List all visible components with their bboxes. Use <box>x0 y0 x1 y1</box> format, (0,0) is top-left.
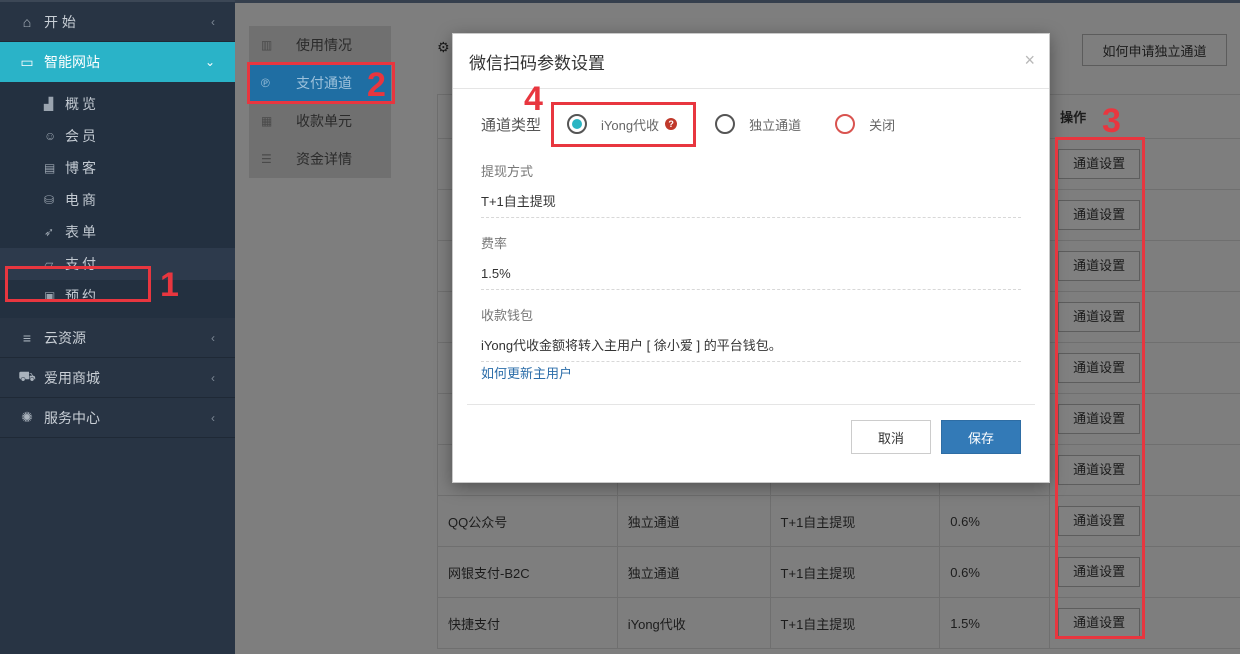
radio-option-close[interactable]: 关闭 <box>835 114 895 134</box>
sidebar-subitem-forms[interactable]: ➶ 表单 <box>0 216 235 248</box>
sidebar: ⌂ 开 始 ‹ ▭ 智能网站 ⌄ ▟ 概览 ☺ 会员 ▤ 博客 ⛁ 电商 ➶ 表… <box>0 0 235 654</box>
chevron-left-icon: ‹ <box>211 330 215 345</box>
subnav-item-fund-details[interactable]: ☰ 资金详情 <box>249 140 391 178</box>
top-bar <box>235 0 1240 3</box>
channel-type-cell: 独立通道 <box>616 546 771 598</box>
chevron-left-icon: ‹ <box>211 410 215 425</box>
rate-field: 费率 1.5% <box>481 230 1023 290</box>
apply-independent-channel-button[interactable]: 如何申请独立通道 <box>1082 34 1227 66</box>
annotation-number-1: 1 <box>160 266 179 304</box>
channel-type-cell: 独立通道 <box>616 495 771 547</box>
menu-icon: ≡ <box>22 329 32 346</box>
sidebar-subitem-label: 表单 <box>65 224 99 240</box>
send-icon: ➶ <box>44 225 55 239</box>
sidebar-item-cloud[interactable]: ≡ 云资源 ‹ <box>0 318 235 358</box>
sidebar-subitem-label: 电商 <box>65 192 99 208</box>
bag-icon: ⛁ <box>44 193 55 207</box>
withdraw-cell: T+1自主提现 <box>769 546 941 598</box>
sidebar-subitem-blog[interactable]: ▤ 博客 <box>0 152 235 184</box>
wallet-value: iYong代收金额将转入主用户 [ 徐小爱 ] 的平台钱包。 <box>481 330 1021 362</box>
annotation-number-3: 3 <box>1102 102 1121 140</box>
cart-icon: ⛟ <box>18 368 36 384</box>
cancel-button[interactable]: 取消 <box>851 420 931 454</box>
annotation-box-3 <box>1055 137 1145 639</box>
close-icon[interactable]: × <box>1024 50 1035 71</box>
annotation-number-4: 4 <box>524 80 543 118</box>
bar-chart-icon: ▥ <box>261 38 273 52</box>
subnav-item-usage[interactable]: ▥ 使用情况 <box>249 26 391 64</box>
sidebar-item-label: 开 始 <box>44 13 76 30</box>
sidebar-item-service[interactable]: ✺ 服务中心 ‹ <box>0 398 235 438</box>
list-icon: ☰ <box>261 152 272 166</box>
rate-cell: 1.5% <box>939 597 1051 649</box>
rate-label: 费率 <box>481 236 508 251</box>
laptop-icon: ▭ <box>20 53 34 70</box>
subnav-item-collection-unit[interactable]: ▦ 收款单元 <box>249 102 391 140</box>
subnav-item-label: 收款单元 <box>296 113 352 129</box>
sidebar-item-label: 爱用商城 <box>44 369 100 386</box>
document-icon: ▤ <box>44 161 56 175</box>
radio-unchecked-icon[interactable] <box>835 114 856 134</box>
rate-value: 1.5% <box>481 258 1021 290</box>
chevron-left-icon: ‹ <box>211 370 215 385</box>
user-icon: ☺ <box>44 129 57 143</box>
channel-name-cell: QQ公众号 <box>437 495 618 547</box>
wallet-field: 收款钱包 iYong代收金额将转入主用户 [ 徐小爱 ] 的平台钱包。 如何更新… <box>481 302 1023 386</box>
sidebar-item-label: 智能网站 <box>44 54 100 70</box>
sidebar-subitem-label: 博客 <box>65 160 99 176</box>
update-main-user-link[interactable]: 如何更新主用户 <box>481 362 1023 386</box>
chevron-left-icon: ‹ <box>211 14 215 29</box>
withdraw-value: T+1自主提现 <box>481 186 1021 218</box>
grid-icon: ▦ <box>261 114 273 128</box>
sidebar-subitem-members[interactable]: ☺ 会员 <box>0 120 235 152</box>
home-icon: ⌂ <box>22 13 32 30</box>
gear-icon: ⚙ <box>437 39 450 55</box>
rate-cell: 0.6% <box>939 546 1051 598</box>
chevron-down-icon: ⌄ <box>204 55 215 69</box>
spinner-icon: ✺ <box>21 409 33 425</box>
withdraw-cell: T+1自主提现 <box>769 597 941 649</box>
subnav-item-label: 资金详情 <box>296 151 352 167</box>
annotation-box-4 <box>551 102 696 147</box>
radio-option-independent[interactable]: 独立通道 <box>715 114 801 134</box>
sidebar-item-label: 服务中心 <box>44 409 100 426</box>
chart-icon: ▟ <box>44 97 54 111</box>
annotation-number-2: 2 <box>367 66 386 104</box>
modal-footer: 取消 保存 <box>467 404 1035 483</box>
channel-type-cell: iYong代收 <box>616 597 771 649</box>
sidebar-item-label: 云资源 <box>44 329 86 346</box>
sidebar-subitem-overview[interactable]: ▟ 概览 <box>0 88 235 120</box>
withdraw-label: 提现方式 <box>481 164 534 179</box>
save-button[interactable]: 保存 <box>941 420 1021 454</box>
radio-unchecked-icon[interactable] <box>715 114 736 134</box>
withdraw-cell: T+1自主提现 <box>769 495 941 547</box>
wallet-label: 收款钱包 <box>481 308 534 323</box>
rate-cell: 0.6% <box>939 495 1051 547</box>
radio-option-label: 独立通道 <box>749 117 802 133</box>
sidebar-subitem-label: 会员 <box>65 128 99 144</box>
sidebar-subitem-ecommerce[interactable]: ⛁ 电商 <box>0 184 235 216</box>
sidebar-subitem-label: 概览 <box>65 96 99 112</box>
withdraw-field: 提现方式 T+1自主提现 <box>481 158 1023 218</box>
subnav-item-label: 使用情况 <box>296 37 352 53</box>
sidebar-item-smart-site[interactable]: ▭ 智能网站 ⌄ <box>0 42 235 82</box>
sidebar-item-start[interactable]: ⌂ 开 始 ‹ <box>0 2 235 42</box>
channel-name-cell: 快捷支付 <box>437 597 618 649</box>
radio-option-label: 关闭 <box>869 117 896 133</box>
sidebar-item-mall[interactable]: ⛟ 爱用商城 ‹ <box>0 358 235 398</box>
annotation-box-1 <box>5 266 151 302</box>
op-column-header: 操作 <box>1049 94 1240 139</box>
channel-name-cell: 网银支付-B2C <box>437 546 618 598</box>
